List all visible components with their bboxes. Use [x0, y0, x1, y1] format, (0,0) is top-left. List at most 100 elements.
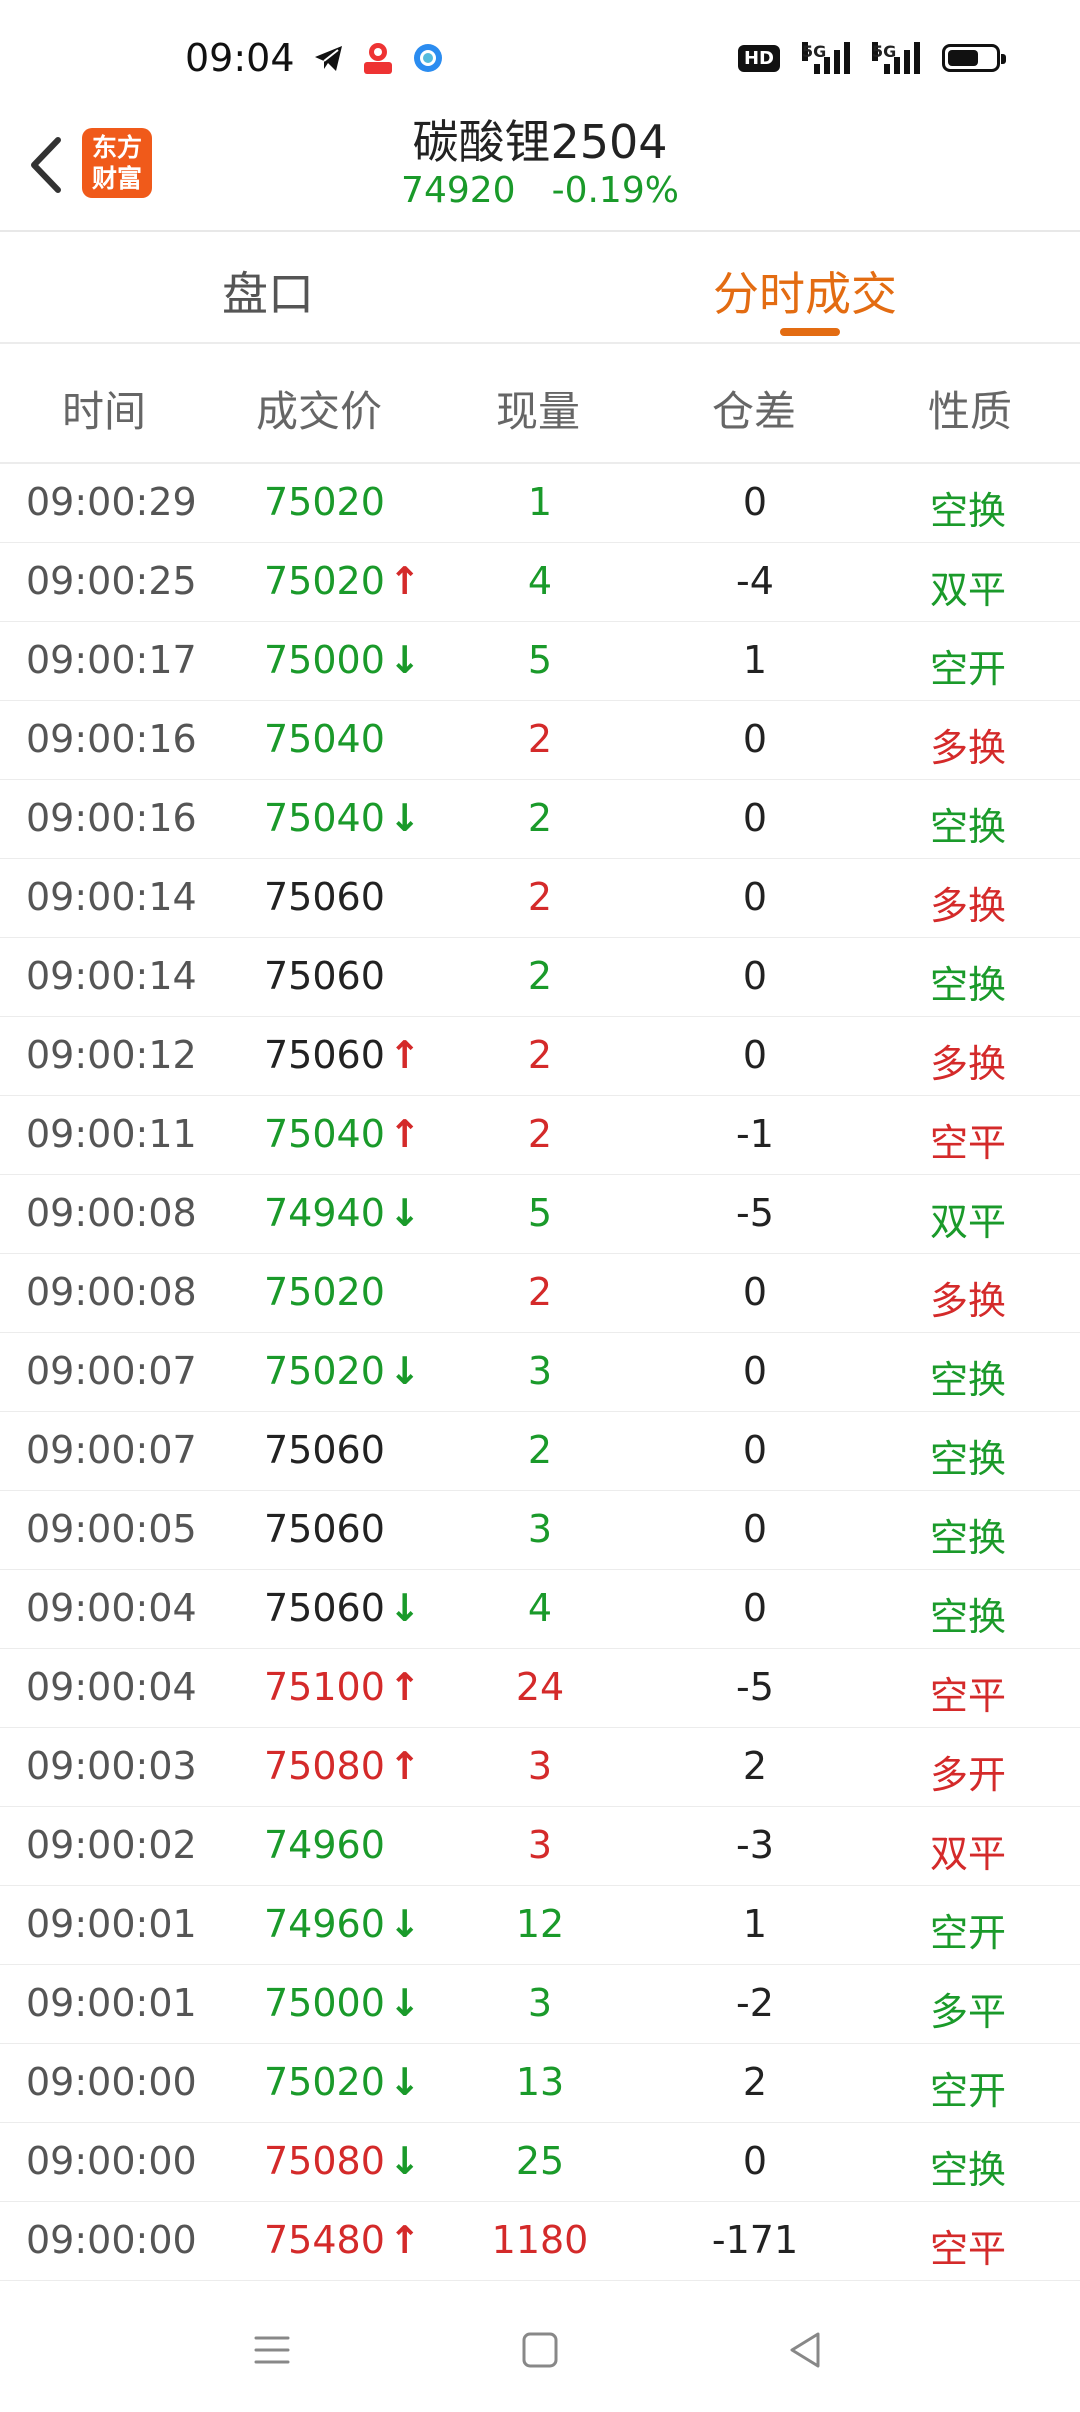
table-row[interactable]: 09:00:29 75020 1 0 空换	[0, 464, 1080, 543]
trade-oi-change: 0	[742, 954, 768, 998]
trade-nature: 多换	[930, 1042, 1007, 1086]
trade-price-cell: 75060 ↑	[264, 1033, 421, 1077]
trade-price-cell: 75020	[264, 480, 385, 524]
trade-price-cell: 75040 ↑	[264, 1112, 421, 1156]
arrow-down-icon: ↓	[388, 1902, 421, 1946]
table-row[interactable]: 09:00:17 75000 ↓ 5 1 空开	[0, 622, 1080, 701]
table-row[interactable]: 09:00:11 75040 ↑ 2 -1 空平	[0, 1096, 1080, 1175]
table-row[interactable]: 09:00:04 75100 ↑ 24 -5 空平	[0, 1649, 1080, 1728]
trade-time: 09:00:07	[26, 1428, 197, 1472]
trade-volume: 24	[515, 1665, 565, 1709]
table-row[interactable]: 09:00:14 75060 2 0 多换	[0, 859, 1080, 938]
page-title: 碳酸锂2504	[412, 115, 668, 169]
back-triangle-icon[interactable]	[776, 2320, 836, 2380]
table-row[interactable]: 09:00:14 75060 2 0 空换	[0, 938, 1080, 1017]
table-row[interactable]: 09:00:02 74960 3 -3 双平	[0, 1807, 1080, 1886]
trade-price-cell: 75080 ↓	[264, 2139, 421, 2183]
trade-price: 75040	[264, 796, 385, 840]
table-row[interactable]: 09:00:00 75080 ↓ 25 0 空换	[0, 2123, 1080, 2202]
price-change: -0.19%	[551, 170, 679, 211]
trade-price-cell: 75080 ↑	[264, 1744, 421, 1788]
trade-volume: 5	[527, 638, 553, 682]
table-row[interactable]: 09:00:08 75020 2 0 多换	[0, 1254, 1080, 1333]
trade-volume: 3	[527, 1981, 553, 2025]
trade-price-cell: 75000 ↓	[264, 1981, 421, 2025]
trade-nature: 空平	[930, 2227, 1007, 2271]
trade-volume: 2	[527, 1033, 553, 1077]
table-row[interactable]: 09:00:05 75060 3 0 空换	[0, 1491, 1080, 1570]
status-right: HD 5G 5G	[737, 38, 1006, 78]
trade-volume: 3	[527, 1349, 553, 1393]
trade-oi-change: 0	[742, 1349, 768, 1393]
trade-price: 75100	[264, 1665, 385, 1709]
trade-nature: 空换	[930, 1358, 1007, 1402]
arrow-up-icon: ↑	[388, 2218, 421, 2262]
trade-nature: 空开	[930, 647, 1007, 691]
trade-oi-change: 2	[742, 2060, 768, 2104]
trade-price: 75040	[264, 1112, 385, 1156]
trade-oi-change: 0	[742, 875, 768, 919]
trade-nature: 空换	[930, 489, 1007, 533]
table-row[interactable]: 09:00:08 74940 ↓ 5 -5 双平	[0, 1175, 1080, 1254]
table-row[interactable]: 09:00:00 75480 ↑ 1180 -171 空平	[0, 2202, 1080, 2281]
trade-volume: 3	[527, 1507, 553, 1551]
col-time: 时间	[62, 387, 147, 436]
trade-time: 09:00:01	[26, 1981, 197, 2025]
trade-nature: 多开	[930, 1753, 1007, 1797]
trade-time: 09:00:00	[26, 2139, 197, 2183]
trade-volume: 1180	[491, 2218, 589, 2262]
table-row[interactable]: 09:00:01 74960 ↓ 12 1 空开	[0, 1886, 1080, 1965]
trade-nature: 双平	[930, 1200, 1007, 1244]
trade-oi-change: 0	[742, 1033, 768, 1077]
trade-price: 75020	[264, 559, 385, 603]
trade-volume: 3	[527, 1744, 553, 1788]
trade-oi-change: -171	[711, 2218, 799, 2262]
trade-oi-change: 0	[742, 717, 768, 761]
trade-oi-change: 0	[742, 2139, 768, 2183]
price-quote: 74920 -0.19%	[0, 170, 1080, 211]
arrow-up-icon: ↑	[388, 1033, 421, 1077]
table-row[interactable]: 09:00:00 75020 ↓ 13 2 空开	[0, 2044, 1080, 2123]
col-open-interest: 仓差	[712, 387, 797, 436]
trade-price: 75000	[264, 638, 385, 682]
active-tab-indicator	[780, 328, 840, 336]
browser-icon	[410, 38, 446, 78]
table-row[interactable]: 09:00:01 75000 ↓ 3 -2 多平	[0, 1965, 1080, 2044]
trade-price: 75020	[264, 480, 385, 524]
table-row[interactable]: 09:00:16 75040 2 0 多换	[0, 701, 1080, 780]
telegram-icon	[312, 38, 346, 78]
trade-volume: 2	[527, 1112, 553, 1156]
trade-price: 75020	[264, 1270, 385, 1314]
trade-oi-change: -2	[736, 1981, 774, 2025]
menu-icon[interactable]	[242, 2320, 302, 2380]
home-icon[interactable]	[510, 2320, 570, 2380]
trade-nature: 多换	[930, 884, 1007, 928]
trade-price-cell: 74960 ↓	[264, 1902, 421, 1946]
trade-price-cell: 75040 ↓	[264, 796, 421, 840]
trade-price: 75060	[264, 1033, 385, 1077]
table-row[interactable]: 09:00:25 75020 ↑ 4 -4 双平	[0, 543, 1080, 622]
trade-time: 09:00:14	[26, 875, 197, 919]
trade-price: 75040	[264, 717, 385, 761]
table-row[interactable]: 09:00:03 75080 ↑ 3 2 多开	[0, 1728, 1080, 1807]
tab-time-and-sales[interactable]: 分时成交	[713, 258, 897, 324]
trade-nature: 多换	[930, 1279, 1007, 1323]
trade-time: 09:00:04	[26, 1665, 197, 1709]
trade-price-cell: 75020 ↓	[264, 2060, 421, 2104]
table-row[interactable]: 09:00:12 75060 ↑ 2 0 多换	[0, 1017, 1080, 1096]
trade-volume: 25	[515, 2139, 565, 2183]
trade-nature: 空换	[930, 805, 1007, 849]
table-row[interactable]: 09:00:04 75060 ↓ 4 0 空换	[0, 1570, 1080, 1649]
trade-nature: 空平	[930, 1674, 1007, 1718]
table-row[interactable]: 09:00:07 75060 2 0 空换	[0, 1412, 1080, 1491]
trade-price: 74960	[264, 1823, 385, 1867]
header: 东方 财富 碳酸锂2504 74920 -0.19%	[0, 100, 1080, 232]
trade-list[interactable]: 09:00:29 75020 1 0 空换 09:00:25 75020 ↑ 4 -4 双平 09:0…	[0, 464, 1080, 2281]
trade-time: 09:00:25	[26, 559, 197, 603]
tab-order-book[interactable]: 盘口	[222, 258, 314, 324]
trade-volume: 4	[527, 1586, 553, 1630]
trade-nature: 空换	[930, 963, 1007, 1007]
trade-oi-change: -4	[736, 559, 774, 603]
table-row[interactable]: 09:00:16 75040 ↓ 2 0 空换	[0, 780, 1080, 859]
table-row[interactable]: 09:00:07 75020 ↓ 3 0 空换	[0, 1333, 1080, 1412]
